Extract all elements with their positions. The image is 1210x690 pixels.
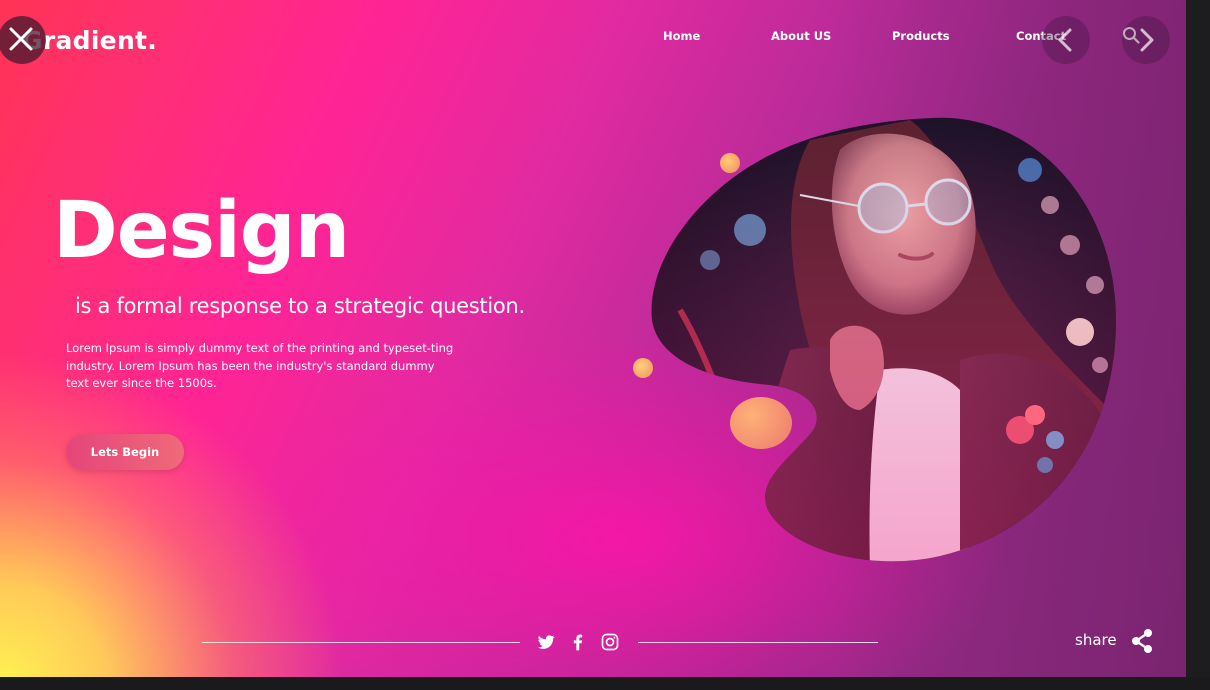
next-button[interactable] [1122,16,1170,64]
facebook-icon[interactable] [568,632,588,652]
hero-subtitle: is a formal response to a strategic ques… [75,294,525,318]
landing-page-mockup: Gradient. Home About US Products Contact… [0,0,1186,677]
nav-products[interactable]: Products [892,29,950,43]
image-viewer: Gradient. Home About US Products Contact… [0,0,1210,690]
nav-about-us[interactable]: About US [771,29,831,43]
previous-button[interactable] [1042,16,1090,64]
hero-photo [651,117,1117,562]
chevron-right-icon [1140,28,1154,52]
lets-begin-button[interactable]: Lets Begin [66,434,184,470]
viewer-right-margin [1186,0,1210,690]
close-button[interactable] [0,16,46,64]
viewer-bottom-margin [0,677,1210,690]
decorative-blob [730,397,792,449]
share-label: share [1075,631,1117,649]
close-icon [9,27,33,51]
twitter-icon[interactable] [536,632,556,652]
share-icon[interactable] [1130,628,1154,654]
instagram-icon[interactable] [600,632,620,652]
nav-home[interactable]: Home [663,29,700,43]
hero-title: Design [53,186,350,276]
hero-description: Lorem Ipsum is simply dummy text of the … [66,341,454,390]
footer-divider-left [202,642,520,643]
chevron-left-icon [1058,28,1072,52]
footer-divider-right [638,642,878,643]
